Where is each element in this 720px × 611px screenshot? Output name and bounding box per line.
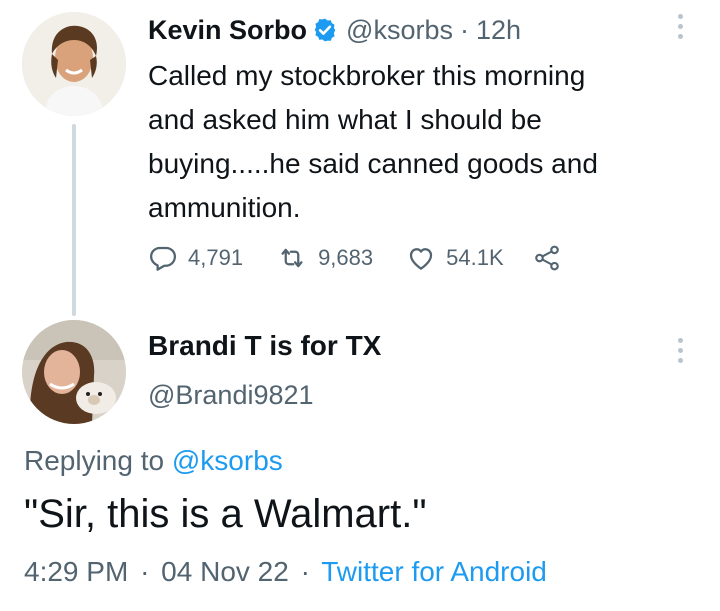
reply-date[interactable]: 04 Nov 22 — [161, 556, 289, 587]
replying-to-handle-link[interactable]: @ksorbs — [172, 445, 283, 476]
tweet-time[interactable]: 12h — [476, 15, 521, 46]
retweet-action[interactable]: 9,683 — [276, 243, 373, 273]
header-separator: · — [459, 14, 469, 45]
more-icon[interactable] — [677, 338, 683, 363]
reply-author-name[interactable]: Brandi T is for TX — [148, 330, 381, 362]
reply-text: "Sir, this is a Walmart." — [24, 492, 427, 536]
author-handle[interactable]: @ksorbs — [346, 15, 453, 46]
share-action[interactable] — [532, 243, 562, 273]
reply-action[interactable]: 4,791 — [148, 243, 243, 273]
verified-badge-icon — [312, 17, 338, 43]
share-icon[interactable] — [532, 243, 562, 273]
replying-to-line: Replying to @ksorbs — [24, 445, 283, 477]
reply-author-handle[interactable]: @Brandi9821 — [148, 380, 314, 411]
avatar-image — [22, 320, 126, 424]
tweet-text: Called my stockbroker this morning and a… — [148, 54, 598, 230]
avatar-kevin-sorbo[interactable] — [22, 12, 126, 116]
tweet-action-bar: 4,791 9,683 54.1K — [148, 240, 562, 276]
tweet-text-line: buying.....he said canned goods and — [148, 148, 598, 179]
like-icon[interactable] — [406, 243, 436, 273]
replying-to-label: Replying to — [24, 445, 165, 476]
like-count: 54.1K — [446, 245, 504, 270]
like-action[interactable]: 54.1K — [406, 243, 504, 273]
reply-time[interactable]: 4:29 PM — [24, 556, 128, 587]
reply-source-link[interactable]: Twitter for Android — [321, 556, 547, 587]
tweet-text-line: ammunition. — [148, 192, 301, 223]
meta-separator: · — [300, 556, 310, 587]
thread-connector-line — [72, 124, 76, 316]
author-name[interactable]: Kevin Sorbo — [148, 15, 307, 46]
reply-icon[interactable] — [148, 243, 178, 273]
avatar-brandi[interactable] — [22, 320, 126, 424]
retweet-count: 9,683 — [318, 245, 374, 270]
avatar-image — [22, 12, 126, 116]
tweet-text-line: Called my stockbroker this morning — [148, 60, 586, 91]
reply-meta-line: 4:29 PM · 04 Nov 22 · Twitter for Androi… — [24, 556, 547, 588]
reply-count: 4,791 — [188, 245, 244, 270]
more-icon[interactable] — [677, 14, 683, 39]
retweet-icon[interactable] — [276, 243, 308, 273]
tweet-text-line: and asked him what I should be — [148, 104, 542, 135]
meta-separator: · — [140, 556, 150, 587]
tweet-header: Kevin Sorbo @ksorbs · 12h — [148, 12, 521, 48]
